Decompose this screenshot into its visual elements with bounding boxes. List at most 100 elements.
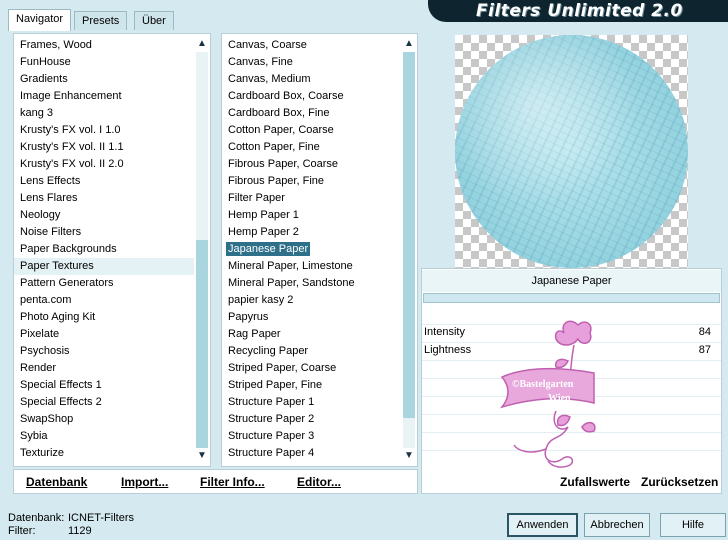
list-item[interactable]: Fibrous Paper, Fine xyxy=(222,173,401,190)
list-item[interactable]: Canvas, Fine xyxy=(222,54,401,71)
help-button[interactable]: Hilfe xyxy=(660,513,726,537)
scroll-track[interactable] xyxy=(403,52,415,448)
filter-count-value: 1129 xyxy=(68,525,92,537)
scroll-thumb[interactable] xyxy=(196,240,208,448)
list-item[interactable]: Image Enhancement xyxy=(14,88,194,105)
list-item[interactable]: Frames, Wood xyxy=(14,37,194,54)
lightness-value: 87 xyxy=(698,344,711,356)
list-item-label: Paper Backgrounds xyxy=(20,243,117,255)
list-item[interactable]: Cotton Paper, Fine xyxy=(222,139,401,156)
scroll-thumb[interactable] xyxy=(403,52,415,418)
list-item[interactable]: Mineral Paper, Limestone xyxy=(222,258,401,275)
tab-uber[interactable]: Über xyxy=(134,11,174,30)
list-item[interactable]: Krusty's FX vol. II 1.1 xyxy=(14,139,194,156)
list-item[interactable]: Canvas, Medium xyxy=(222,71,401,88)
filter-items: Canvas, Coarse Canvas, Fine Canvas, Medium… xyxy=(222,37,401,462)
list-item[interactable]: Special Effects 1 xyxy=(14,377,194,394)
list-item[interactable]: Lens Effects xyxy=(14,173,194,190)
list-item[interactable]: Lens Flares xyxy=(14,190,194,207)
list-item[interactable]: Pattern Generators xyxy=(14,275,194,292)
list-item[interactable]: Krusty's FX vol. I 1.0 xyxy=(14,122,194,139)
list-item-label: Neology xyxy=(20,209,61,221)
tab-presets[interactable]: Presets xyxy=(74,11,128,30)
list-item-label: Krusty's FX vol. I 1.0 xyxy=(20,124,121,136)
list-item[interactable]: Special Effects 2 xyxy=(14,394,194,411)
list-item[interactable]: Hemp Paper 2 xyxy=(222,224,401,241)
list-item-label: Image Enhancement xyxy=(20,90,122,102)
scroll-down-icon[interactable]: ▼ xyxy=(401,448,417,464)
cancel-button[interactable]: Abbrechen xyxy=(584,513,650,537)
list-item-label: Rag Paper xyxy=(228,328,281,340)
list-item[interactable]: Psychosis xyxy=(14,343,194,360)
import-button[interactable]: Import... xyxy=(121,475,168,489)
filter-list[interactable]: Canvas, Coarse Canvas, Fine Canvas, Medium… xyxy=(221,33,418,467)
list-item-label: Texturize xyxy=(20,447,65,459)
list-item-label: Sybia xyxy=(20,430,48,442)
filters-unlimited-window: Filters Unlimited 2.0 Navigator Presets … xyxy=(0,0,728,540)
filter-scrollbar[interactable]: ▲ ▼ xyxy=(401,34,417,466)
category-scrollbar[interactable]: ▲ ▼ xyxy=(194,34,210,466)
list-item[interactable]: Paper Backgrounds xyxy=(14,241,194,258)
list-item[interactable]: Japanese Paper xyxy=(222,241,401,258)
db-label: Datenbank: xyxy=(8,512,65,524)
list-item[interactable]: Hemp Paper 1 xyxy=(222,207,401,224)
list-item[interactable]: Neology xyxy=(14,207,194,224)
filter-info-button[interactable]: Filter Info... xyxy=(200,475,265,489)
list-item[interactable]: Gradients xyxy=(14,71,194,88)
list-item[interactable]: Recycling Paper xyxy=(222,343,401,360)
list-item[interactable]: Striped Paper, Fine xyxy=(222,377,401,394)
list-item[interactable]: Structure Paper 3 xyxy=(222,428,401,445)
list-item-label: Render xyxy=(20,362,57,374)
list-item[interactable]: Pixelate xyxy=(14,326,194,343)
list-item[interactable]: penta.com xyxy=(14,292,194,309)
list-item[interactable]: Cotton Paper, Coarse xyxy=(222,122,401,139)
list-item[interactable]: Structure Paper 2 xyxy=(222,411,401,428)
scroll-down-icon[interactable]: ▼ xyxy=(194,448,210,464)
list-item[interactable]: Rag Paper xyxy=(222,326,401,343)
reset-button[interactable]: Zurücksetzen xyxy=(641,475,718,489)
scroll-up-icon[interactable]: ▲ xyxy=(194,36,210,52)
list-item-label: Canvas, Medium xyxy=(228,73,311,85)
list-item[interactable]: Sybia xyxy=(14,428,194,445)
list-item-label: Fibrous Paper, Fine xyxy=(228,175,324,187)
list-item[interactable]: Structure Paper 4 xyxy=(222,445,401,462)
random-values-button[interactable]: Zufallswerte xyxy=(560,475,630,489)
list-item[interactable]: Photo Aging Kit xyxy=(14,309,194,326)
apply-button[interactable]: Anwenden xyxy=(507,513,578,537)
list-item[interactable]: Papyrus xyxy=(222,309,401,326)
list-item[interactable]: Krusty's FX vol. II 2.0 xyxy=(14,156,194,173)
list-item[interactable]: Structure Paper 1 xyxy=(222,394,401,411)
preview-image[interactable] xyxy=(455,35,688,268)
list-item-label: Mineral Paper, Limestone xyxy=(228,260,353,272)
list-item[interactable]: Mineral Paper, Sandstone xyxy=(222,275,401,292)
list-item[interactable]: FunHouse xyxy=(14,54,194,71)
list-item[interactable]: Noise Filters xyxy=(14,224,194,241)
filter-name: Japanese Paper xyxy=(422,270,721,292)
list-item-label: Canvas, Coarse xyxy=(228,39,307,51)
list-item[interactable]: Cardboard Box, Fine xyxy=(222,105,401,122)
editor-button[interactable]: Editor... xyxy=(297,475,341,489)
list-item[interactable]: Texturize xyxy=(14,445,194,462)
scroll-track[interactable] xyxy=(196,52,208,448)
list-item[interactable]: Render xyxy=(14,360,194,377)
tab-navigator[interactable]: Navigator xyxy=(8,9,72,31)
list-item[interactable]: Fibrous Paper, Coarse xyxy=(222,156,401,173)
list-item-label: FunHouse xyxy=(20,56,71,68)
filter-name-slider[interactable] xyxy=(423,293,720,303)
list-item-label: Cardboard Box, Fine xyxy=(228,107,330,119)
list-item-label: Lens Effects xyxy=(20,175,81,187)
scroll-up-icon[interactable]: ▲ xyxy=(401,36,417,52)
list-item[interactable]: SwapShop xyxy=(14,411,194,428)
list-item[interactable]: Cardboard Box, Coarse xyxy=(222,88,401,105)
list-item[interactable]: Striped Paper, Coarse xyxy=(222,360,401,377)
list-item-label: Lens Flares xyxy=(20,192,78,204)
datenbank-button[interactable]: Datenbank xyxy=(26,475,87,489)
list-item-label: Recycling Paper xyxy=(228,345,309,357)
list-item[interactable]: kang 3 xyxy=(14,105,194,122)
list-item[interactable]: papier kasy 2 xyxy=(222,292,401,309)
category-list[interactable]: Frames, Wood FunHouse Gradients Image Enhan… xyxy=(13,33,211,467)
filter-info-label: Filter Info... xyxy=(200,475,265,489)
list-item[interactable]: Paper Textures xyxy=(14,258,194,275)
list-item[interactable]: Filter Paper xyxy=(222,190,401,207)
list-item[interactable]: Canvas, Coarse xyxy=(222,37,401,54)
